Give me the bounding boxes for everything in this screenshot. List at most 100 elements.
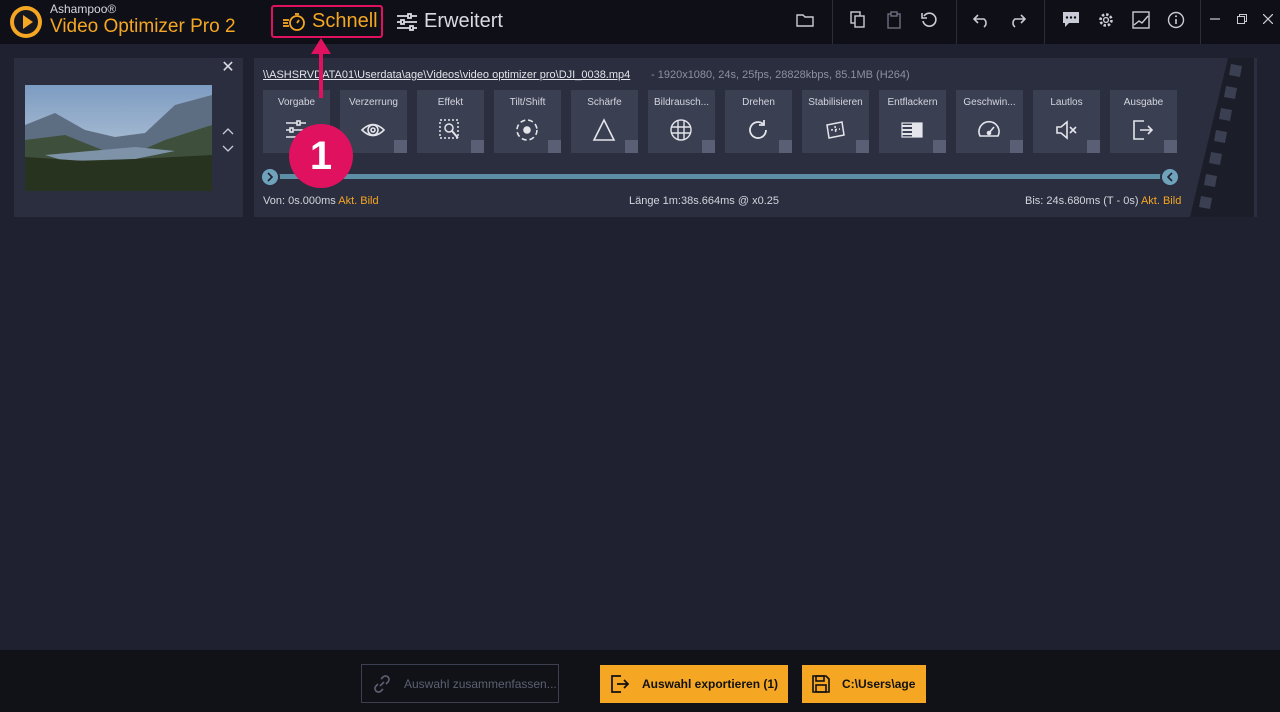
merge-label: Auswahl zusammenfassen...: [404, 676, 557, 691]
tool-effekt[interactable]: Effekt: [417, 90, 484, 153]
move-up-icon[interactable]: [221, 124, 235, 136]
app-title: Video Optimizer Pro 2: [50, 16, 236, 37]
output-icon: [1131, 118, 1155, 142]
eye-icon: [360, 118, 386, 142]
effect-icon: [438, 118, 462, 142]
tool-label: Effekt: [437, 97, 464, 108]
noise-icon: [669, 118, 693, 142]
link-icon: [372, 674, 392, 694]
range-length: Länge 1m:38s.664ms @ x0.25: [629, 195, 779, 207]
paste-icon[interactable]: [884, 10, 904, 30]
redo-icon[interactable]: [1007, 10, 1027, 30]
tool-label: Vorgabe: [277, 97, 316, 108]
export-icon: [610, 674, 630, 694]
export-label: Auswahl exportieren (1): [642, 677, 779, 691]
feedback-chat-icon[interactable]: [1061, 10, 1081, 30]
range-start: Von: 0s.000ms Akt. Bild: [263, 195, 379, 207]
minimize-icon[interactable]: [1206, 10, 1224, 28]
tool-label: Lautlos: [1050, 97, 1083, 108]
tool-options-corner[interactable]: [933, 140, 946, 153]
tool-schaerfe[interactable]: Schärfe: [571, 90, 638, 153]
trim-start-handle[interactable]: [260, 167, 280, 187]
tool-options-corner[interactable]: [702, 140, 715, 153]
tool-options-corner[interactable]: [625, 140, 638, 153]
info-icon[interactable]: [1166, 10, 1186, 30]
app-logo-icon: [10, 6, 42, 38]
tool-label: Bildrausch...: [653, 97, 710, 108]
tool-options-corner[interactable]: [394, 140, 407, 153]
sliders-icon: [396, 12, 418, 31]
video-thumbnail[interactable]: [25, 85, 212, 191]
tab-schnell-label: Schnell: [312, 10, 378, 32]
tool-geschwindigkeit[interactable]: Geschwin...: [956, 90, 1023, 153]
copy-icon[interactable]: [848, 10, 868, 30]
tool-label: Schärfe: [587, 97, 622, 108]
tool-options-corner[interactable]: [548, 140, 561, 153]
tilt-shift-icon: [515, 118, 539, 142]
deflicker-icon: [900, 118, 924, 142]
tool-label: Verzerrung: [349, 97, 398, 108]
to-value: 24s.680ms (T - 0s): [1046, 195, 1139, 207]
export-selection-button[interactable]: Auswahl exportieren (1): [600, 665, 788, 703]
step-number-badge: 1: [289, 124, 353, 188]
open-folder-icon[interactable]: [795, 10, 815, 30]
merge-selection-button[interactable]: Auswahl zusammenfassen...: [361, 664, 559, 703]
stabilize-icon: [823, 118, 847, 142]
trim-end-handle[interactable]: [1160, 167, 1180, 187]
close-icon[interactable]: ✕: [220, 60, 236, 76]
tool-bildrauschen[interactable]: Bildrausch...: [648, 90, 715, 153]
close-window-icon[interactable]: [1259, 10, 1277, 28]
tool-entflackern[interactable]: Entflackern: [879, 90, 946, 153]
tool-label: Ausgabe: [1123, 97, 1164, 108]
output-path-label: C:\Users\age: [842, 677, 916, 691]
tool-stabilisieren[interactable]: Stabilisieren: [802, 90, 869, 153]
move-down-icon[interactable]: [221, 142, 235, 154]
restore-icon[interactable]: [1233, 10, 1251, 28]
save-disk-icon: [812, 675, 830, 693]
set-start-current-frame-link[interactable]: Akt. Bild: [338, 195, 378, 207]
filmstrip-decoration: [1190, 58, 1254, 217]
tool-tilt-shift[interactable]: Tilt/Shift: [494, 90, 561, 153]
triangle-icon: [592, 118, 616, 142]
tool-label: Drehen: [742, 97, 775, 108]
from-label: Von:: [263, 195, 286, 207]
tool-lautlos[interactable]: Lautlos: [1033, 90, 1100, 153]
tool-options-corner[interactable]: [1087, 140, 1100, 153]
trim-range-track[interactable]: [270, 174, 1170, 179]
statistics-icon[interactable]: [1131, 10, 1151, 30]
toolbar-divider: [1200, 0, 1201, 44]
toolbar-divider: [956, 0, 957, 44]
tool-label: Entflackern: [887, 97, 938, 108]
annotation-arrow: [319, 52, 323, 98]
from-value: 0s.000ms: [288, 195, 336, 207]
to-label: Bis:: [1025, 195, 1044, 207]
output-folder-button[interactable]: C:\Users\age: [802, 665, 926, 703]
set-end-current-frame-link[interactable]: Akt. Bild: [1141, 195, 1181, 207]
stopwatch-icon: [282, 12, 306, 32]
tab-schnell[interactable]: Schnell: [271, 5, 383, 38]
range-end: Bis: 24s.680ms (T - 0s) Akt. Bild: [1025, 195, 1181, 207]
rotate-icon: [746, 118, 770, 142]
toolbar-divider: [832, 0, 833, 44]
file-info: - 1920x1080, 24s, 25fps, 28828kbps, 85.1…: [651, 69, 910, 81]
mute-icon: [1054, 118, 1078, 142]
speedometer-icon: [977, 118, 1001, 142]
tool-ausgabe[interactable]: Ausgabe: [1110, 90, 1177, 153]
reset-icon[interactable]: [919, 10, 939, 30]
settings-gear-icon[interactable]: [1096, 10, 1116, 30]
tool-label: Tilt/Shift: [509, 97, 546, 108]
undo-icon[interactable]: [972, 10, 992, 30]
brand-small: Ashampoo®: [50, 2, 117, 16]
tab-erweitert[interactable]: Erweitert: [396, 5, 503, 38]
tool-options-corner[interactable]: [856, 140, 869, 153]
tab-erweitert-label: Erweitert: [424, 10, 503, 32]
tool-options-corner[interactable]: [1010, 140, 1023, 153]
tool-options-corner[interactable]: [471, 140, 484, 153]
tool-options-corner[interactable]: [779, 140, 792, 153]
tool-options-corner[interactable]: [1164, 140, 1177, 153]
toolbar-divider: [1044, 0, 1045, 44]
tool-drehen[interactable]: Drehen: [725, 90, 792, 153]
length-label: Länge: [629, 195, 660, 207]
tool-label: Geschwin...: [963, 97, 1016, 108]
tool-label: Stabilisieren: [808, 97, 863, 108]
